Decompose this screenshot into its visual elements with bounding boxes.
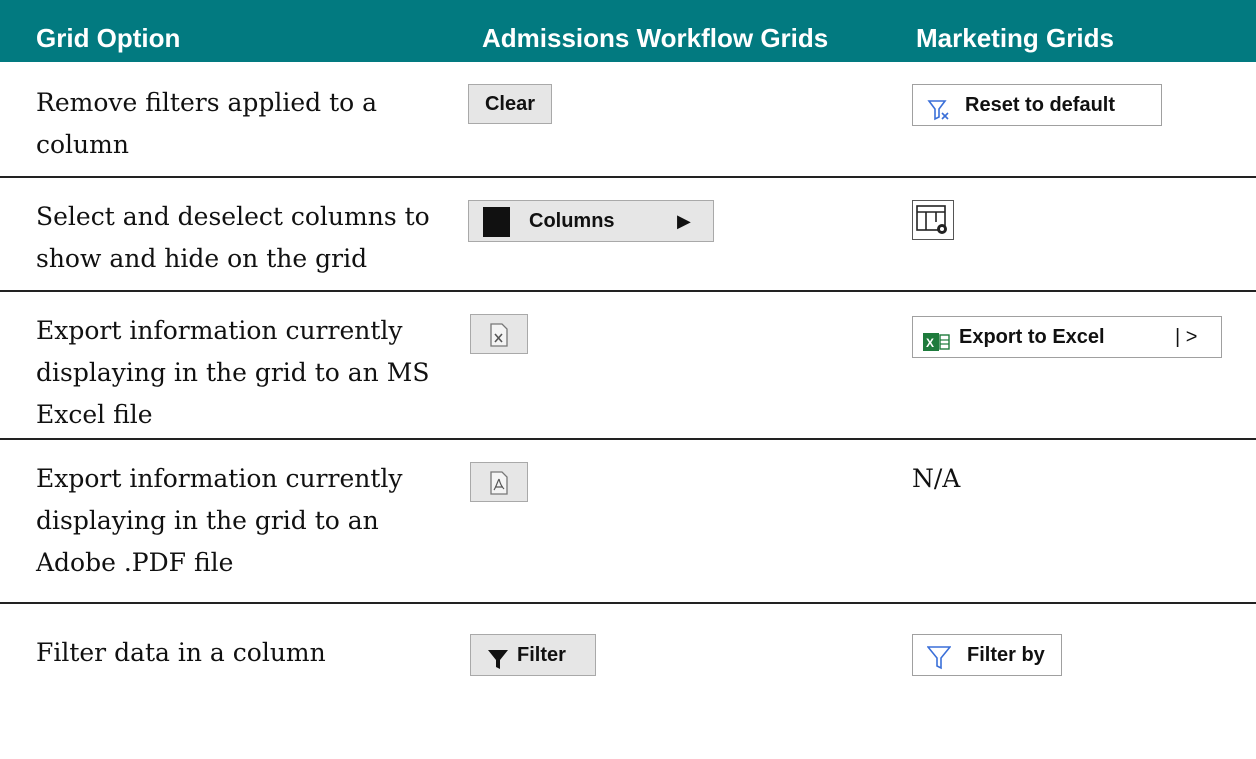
- columns-label: Columns: [529, 210, 615, 232]
- filter-icon: [487, 645, 509, 685]
- clear-button-label: Clear: [484, 93, 536, 115]
- row-description: Export information currently displaying …: [36, 316, 430, 429]
- header-grid-option: Grid Option: [36, 23, 181, 53]
- table-row: Remove filters applied to a column Clear…: [0, 62, 1256, 178]
- table-row: Export information currently displaying …: [0, 290, 1256, 440]
- row-description: Export information currently displaying …: [36, 464, 403, 577]
- excel-export-icon: X: [923, 327, 951, 367]
- export-to-excel-button[interactable]: X Export to Excel | >: [912, 316, 1222, 358]
- grid-settings-button[interactable]: [912, 200, 954, 240]
- header-admissions-workflow-grids: Admissions Workflow Grids: [482, 23, 829, 53]
- table-header: Grid Option Admissions Workflow Grids Ma…: [0, 0, 1256, 62]
- columns-menu-button[interactable]: Columns ▶: [468, 200, 714, 242]
- header-marketing-grids: Marketing Grids: [916, 23, 1114, 53]
- pdf-file-icon: [489, 471, 509, 501]
- export-to-excel-label: Export to Excel: [959, 326, 1105, 348]
- row-description: Select and deselect columns to show and …: [36, 202, 430, 273]
- export-excel-button[interactable]: [470, 314, 528, 354]
- reset-to-default-button[interactable]: Reset to default: [912, 84, 1162, 126]
- export-to-excel-suffix: | >: [1175, 326, 1198, 348]
- filter-button[interactable]: Filter: [470, 634, 596, 676]
- clear-button[interactable]: Clear: [468, 84, 552, 124]
- chevron-right-icon: ▶: [677, 211, 691, 231]
- filter-outline-icon: [926, 644, 952, 684]
- filter-clear-icon: [927, 95, 951, 121]
- grid-settings-icon: [916, 204, 950, 242]
- export-pdf-button[interactable]: [470, 462, 528, 502]
- filter-label: Filter: [517, 644, 566, 666]
- row-description: Remove filters applied to a column: [36, 88, 378, 159]
- table-row: Export information currently displaying …: [0, 438, 1256, 604]
- not-applicable-text: N/A: [912, 464, 961, 493]
- filter-by-button[interactable]: Filter by: [912, 634, 1062, 676]
- column-block-icon: [483, 207, 510, 237]
- table-row: Select and deselect columns to show and …: [0, 176, 1256, 292]
- row-description: Filter data in a column: [36, 638, 326, 667]
- table-row: Filter data in a column Filter Filter by: [0, 602, 1256, 759]
- filter-by-label: Filter by: [967, 644, 1045, 666]
- svg-text:X: X: [926, 336, 934, 350]
- reset-to-default-label: Reset to default: [965, 94, 1116, 116]
- excel-file-icon: [489, 323, 509, 353]
